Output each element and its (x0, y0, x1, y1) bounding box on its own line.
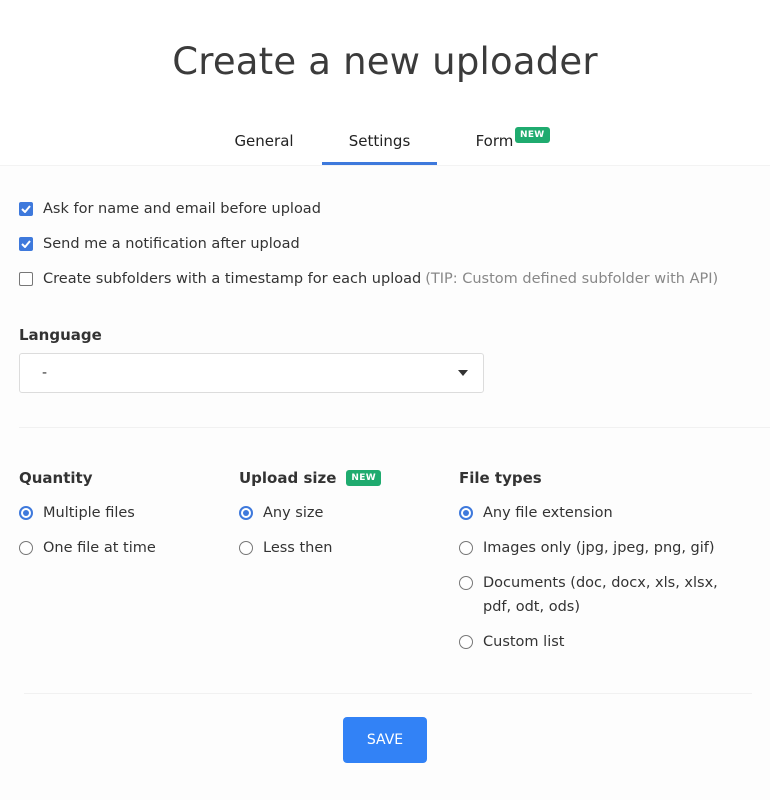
radio-label: Images only (jpg, jpeg, png, gif) (483, 540, 715, 556)
radio-selected-icon[interactable] (239, 506, 253, 520)
radio-selected-icon[interactable] (19, 506, 33, 520)
option-ask-name-email[interactable]: Ask for name and email before upload (19, 201, 321, 217)
language-label: Language (19, 326, 102, 344)
radio-unselected-icon[interactable] (459, 635, 473, 649)
tab-settings[interactable]: Settings (322, 120, 437, 165)
tab-form-label: Form (475, 132, 514, 150)
upload-size-title-row: Upload size NEW (239, 466, 449, 490)
file-type-option-documents[interactable]: Documents (doc, docx, xls, xlsx, pdf, od… (459, 571, 749, 619)
tab-bar: General Settings Form NEW (0, 120, 770, 165)
radio-unselected-icon[interactable] (239, 541, 253, 555)
settings-panel: Ask for name and email before upload Sen… (0, 165, 770, 800)
checkbox-checked-icon[interactable] (19, 202, 33, 216)
new-badge: NEW (515, 127, 550, 143)
file-type-option-custom[interactable]: Custom list (459, 630, 749, 654)
checkbox-checked-icon[interactable] (19, 237, 33, 251)
create-uploader-page: Create a new uploader General Settings F… (0, 0, 770, 800)
page-title: Create a new uploader (172, 40, 598, 83)
file-types-title: File types (459, 469, 542, 487)
radio-label: Any file extension (483, 505, 613, 521)
file-type-option-images[interactable]: Images only (jpg, jpeg, png, gif) (459, 536, 749, 560)
radio-unselected-icon[interactable] (459, 576, 473, 590)
language-value: - (42, 365, 48, 381)
radio-unselected-icon[interactable] (19, 541, 33, 555)
radio-label: Any size (263, 505, 324, 521)
option-create-subfolders[interactable]: Create subfolders with a timestamp for e… (19, 271, 718, 287)
page-header: Create a new uploader General Settings F… (0, 0, 770, 165)
radio-label: Less then (263, 540, 333, 556)
file-types-group: File types Any file extension Images onl… (459, 466, 749, 654)
tab-general[interactable]: General (206, 120, 322, 165)
option-label: Send me a notification after upload (43, 236, 300, 252)
upload-size-title: Upload size (239, 469, 337, 487)
quantity-option-single[interactable]: One file at time (19, 536, 229, 560)
tab-general-label: General (234, 132, 294, 150)
radio-label: Multiple files (43, 505, 135, 521)
radio-label: Documents (doc, docx, xls, xlsx, pdf, od… (483, 575, 718, 615)
quantity-group: Quantity Multiple files One file at time (19, 466, 229, 560)
radio-label: Custom list (483, 634, 565, 650)
section-divider (19, 427, 770, 428)
upload-size-option-any[interactable]: Any size (239, 501, 449, 525)
checkbox-unchecked-icon[interactable] (19, 272, 33, 286)
option-tip: (TIP: Custom defined subfolder with API) (425, 271, 719, 287)
caret-down-icon (458, 370, 468, 376)
file-type-option-any[interactable]: Any file extension (459, 501, 749, 525)
upload-size-option-less[interactable]: Less then (239, 536, 449, 560)
new-badge: NEW (346, 470, 381, 486)
tab-settings-label: Settings (348, 132, 411, 150)
radio-unselected-icon[interactable] (459, 541, 473, 555)
quantity-title: Quantity (19, 469, 93, 487)
quantity-option-multiple[interactable]: Multiple files (19, 501, 229, 525)
option-label: Ask for name and email before upload (43, 201, 321, 217)
option-send-notification[interactable]: Send me a notification after upload (19, 236, 300, 252)
option-label: Create subfolders with a timestamp for e… (43, 271, 422, 287)
radio-selected-icon[interactable] (459, 506, 473, 520)
language-select[interactable]: - (19, 353, 484, 393)
save-button[interactable]: SAVE (343, 717, 427, 763)
footer-divider (24, 693, 752, 694)
radio-label: One file at time (43, 540, 156, 556)
upload-size-group: Upload size NEW Any size Less then (239, 466, 449, 560)
tab-form[interactable]: Form NEW (437, 120, 552, 165)
